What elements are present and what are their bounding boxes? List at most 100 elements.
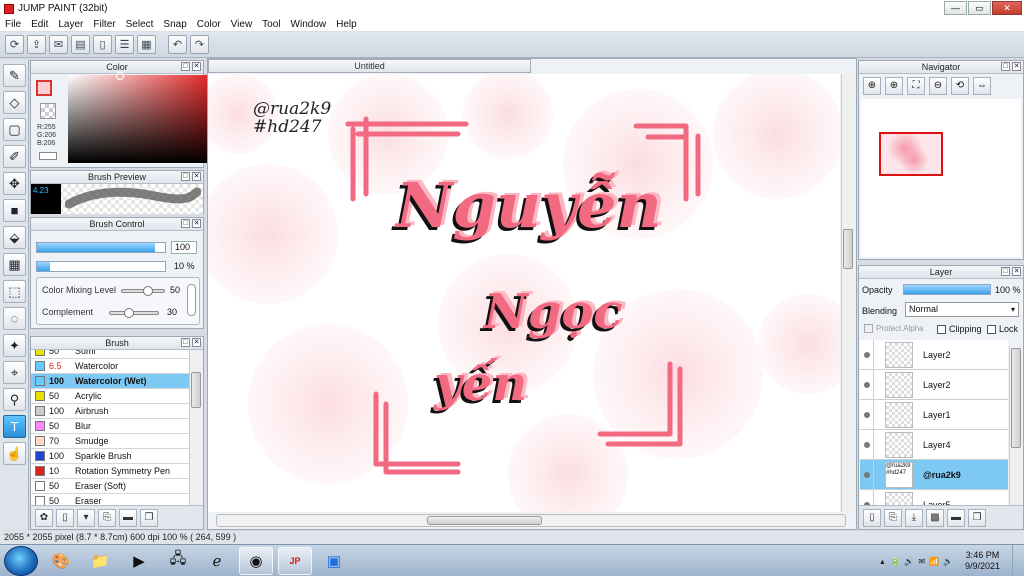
menu-tool[interactable]: Tool (257, 19, 285, 30)
network-icon[interactable]: 🖧 (161, 547, 195, 575)
minimize-button[interactable]: — (944, 1, 967, 15)
brush-duplicate-icon[interactable]: ❐ (140, 508, 158, 527)
zoom-in-icon[interactable]: ⊕ (885, 77, 903, 95)
brush-menu-icon[interactable]: ▾ (77, 508, 95, 527)
brush-opacity-slider[interactable] (36, 261, 166, 272)
brush-size-slider[interactable] (36, 242, 166, 253)
layer-visibility-icon[interactable] (860, 340, 874, 370)
select-rect-tool-icon[interactable]: ⬚ (3, 280, 26, 303)
brush-list-item[interactable]: 50 Eraser (31, 494, 190, 505)
share-icon[interactable]: ⇪ (27, 35, 46, 54)
explorer-icon[interactable]: 📁 (83, 547, 117, 575)
dropper-tool-icon[interactable]: ⚲ (3, 388, 26, 411)
zoom-app-icon[interactable]: ▣ (317, 547, 351, 575)
paint-app-icon[interactable]: 🎨 (44, 547, 78, 575)
panel-close-icon[interactable]: ✕ (1012, 62, 1021, 71)
brush-list-item[interactable]: 70 Smudge (31, 434, 190, 449)
layer-row[interactable]: @rua2k9 #hd247 @rua2k9 (860, 459, 1008, 490)
comment-icon[interactable]: ✉ (49, 35, 68, 54)
lasso-tool-icon[interactable]: ◌ (3, 307, 26, 330)
layer-row[interactable]: Layer2 (860, 340, 1008, 370)
menu-edit[interactable]: Edit (26, 19, 53, 30)
canvas[interactable]: @rua2k9 #hd247 Nguyễn Ngọc yến (208, 74, 840, 512)
merge-layer-icon[interactable]: ⤓ (905, 508, 923, 527)
brush-list-item[interactable]: 10 Rotation Symmetry Pen (31, 464, 190, 479)
menu-filter[interactable]: Filter (88, 19, 120, 30)
eraser-tool-icon[interactable]: ◇ (3, 91, 26, 114)
fill-rect-tool-icon[interactable]: ■ (3, 199, 26, 222)
media-player-icon[interactable]: ▶ (122, 547, 156, 575)
panel-detach-icon[interactable]: □ (181, 62, 190, 71)
brush-copy-icon[interactable]: ⎘ (98, 508, 116, 527)
panel-detach-icon[interactable]: □ (181, 172, 190, 181)
tray-arrow-icon[interactable]: ▴ (880, 557, 884, 566)
close-button[interactable]: ✕ (992, 1, 1022, 15)
menu-help[interactable]: Help (331, 19, 362, 30)
zoom-fit-icon[interactable]: ⊕ (863, 77, 881, 95)
layer-folder-icon[interactable]: ▬ (947, 508, 965, 527)
redo-button[interactable]: ↷ (190, 35, 209, 54)
show-desktop-button[interactable] (1012, 545, 1024, 576)
page-icon[interactable]: ▯ (93, 35, 112, 54)
layer-visibility-icon[interactable] (860, 399, 874, 430)
undo-button[interactable]: ↶ (168, 35, 187, 54)
panel-detach-icon[interactable]: □ (1001, 62, 1010, 71)
list-icon[interactable]: ☰ (115, 35, 134, 54)
sync-icon[interactable]: ⟳ (5, 35, 24, 54)
info-icon[interactable]: ▤ (71, 35, 90, 54)
background-color-swatch[interactable] (40, 103, 56, 119)
internet-explorer-icon[interactable]: ℯ (200, 547, 234, 575)
rotate-icon[interactable]: ⟲ (951, 77, 969, 95)
move-tool-icon[interactable]: ✥ (3, 172, 26, 195)
clock[interactable]: 3:46 PM 9/9/2021 (965, 550, 1000, 572)
bucket-tool-icon[interactable]: ⬙ (3, 226, 26, 249)
layer-list-scrollbar[interactable] (1009, 346, 1022, 506)
new-layer-icon[interactable]: ▯ (863, 508, 881, 527)
chrome-icon[interactable]: ◉ (239, 546, 273, 575)
jump-paint-icon[interactable]: JP (278, 546, 312, 575)
tray-icons[interactable]: 🔋🔊✉📶🔈 (890, 557, 957, 566)
zoom-out-icon[interactable]: ⊖ (929, 77, 947, 95)
start-button[interactable] (4, 545, 38, 576)
color-mixing-slider[interactable] (121, 286, 165, 296)
saturation-value-picker[interactable] (68, 72, 216, 163)
brush-list-item[interactable]: 6.5 Watercolor (31, 359, 190, 374)
gradient-tool-icon[interactable]: ▦ (3, 253, 26, 276)
layer-row[interactable]: Layer4 (860, 429, 1008, 460)
zoom-actual-icon[interactable]: ⛶ (907, 77, 925, 95)
text-tool-icon[interactable]: T (3, 415, 26, 438)
layer-texture-icon[interactable]: ▩ (926, 508, 944, 527)
blending-select[interactable]: Normal ▾ (905, 302, 1019, 317)
panel-close-icon[interactable]: ✕ (192, 219, 201, 228)
layer-row[interactable]: Layer1 (860, 399, 1008, 430)
menu-color[interactable]: Color (192, 19, 226, 30)
clipping-checkbox[interactable]: Clipping (937, 324, 982, 334)
panel-detach-icon[interactable]: □ (181, 338, 190, 347)
layer-visibility-icon[interactable] (860, 429, 874, 460)
pen-tool-icon[interactable]: ✐ (3, 145, 26, 168)
menu-layer[interactable]: Layer (53, 19, 88, 30)
panel-close-icon[interactable]: ✕ (1012, 267, 1021, 276)
duplicate-layer-icon[interactable]: ❐ (968, 508, 986, 527)
brush-list-item[interactable]: 50 Acrylic (31, 389, 190, 404)
rectangle-tool-icon[interactable]: ▢ (3, 118, 26, 141)
panel-detach-icon[interactable]: □ (181, 219, 190, 228)
complement-slider[interactable] (109, 308, 159, 318)
panel-close-icon[interactable]: ✕ (192, 172, 201, 181)
canvas-vertical-scrollbar[interactable] (841, 74, 854, 512)
menu-select[interactable]: Select (121, 19, 159, 30)
brush-list-item[interactable]: 100 Sparkle Brush (31, 449, 190, 464)
brush-settings-icon[interactable]: ✿ (35, 508, 53, 527)
navigator-view[interactable] (861, 99, 1021, 257)
layer-visibility-icon[interactable] (860, 459, 874, 490)
brush-list-item[interactable]: 50 Sumi (31, 350, 190, 359)
protect-alpha-checkbox[interactable]: Protect Alpha (864, 324, 924, 333)
navigator-viewport[interactable] (879, 132, 943, 176)
menu-window[interactable]: Window (286, 19, 332, 30)
brush-tool-icon[interactable]: ✎ (3, 64, 26, 87)
picker-tool-icon[interactable]: ⌖ (3, 361, 26, 384)
panel-close-icon[interactable]: ✕ (192, 338, 201, 347)
color-mode-button[interactable] (39, 152, 57, 160)
canvas-horizontal-scrollbar[interactable] (216, 514, 846, 527)
layer-row[interactable]: Layer5 (860, 489, 1008, 506)
